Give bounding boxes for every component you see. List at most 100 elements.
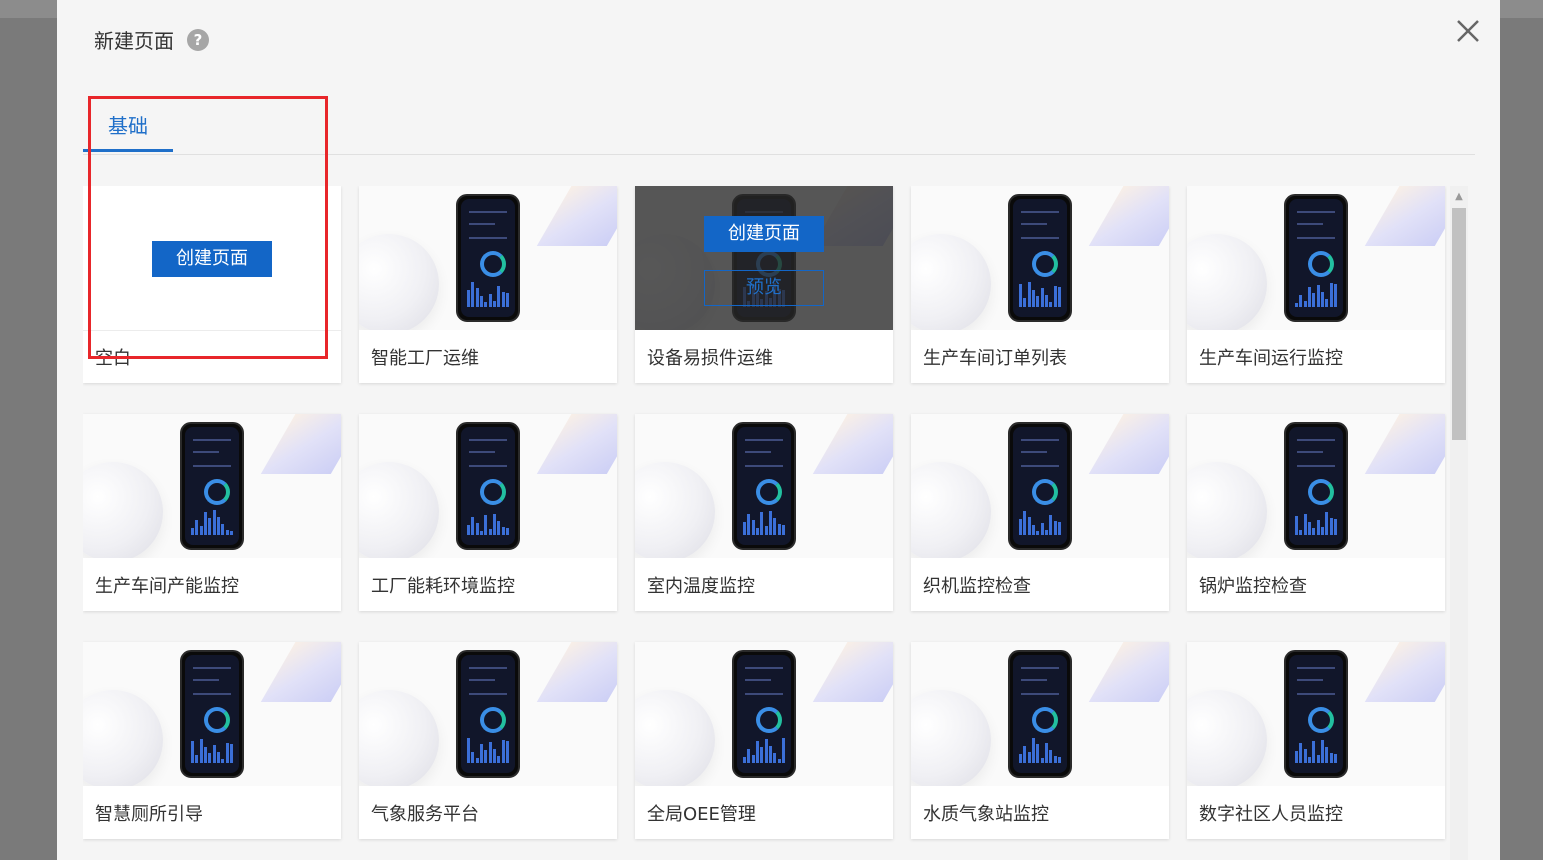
template-thumbnail[interactable]	[83, 414, 341, 558]
decorative-stripe	[536, 186, 617, 246]
decorative-stripe	[1364, 186, 1445, 246]
template-card[interactable]: 全局OEE管理	[635, 642, 893, 839]
decorative-stripe	[1364, 642, 1445, 702]
decorative-stripe	[536, 642, 617, 702]
template-card[interactable]: 智能工厂运维	[359, 186, 617, 383]
hover-overlay: 创建页面 预览	[635, 186, 893, 330]
template-thumbnail[interactable]	[1187, 642, 1445, 786]
decorative-sphere	[911, 690, 991, 786]
phone-preview-image	[180, 650, 244, 778]
decorative-stripe	[260, 642, 341, 702]
phone-preview-image	[456, 194, 520, 322]
template-card[interactable]: 数字社区人员监控	[1187, 642, 1445, 839]
template-card-label: 生产车间产能监控	[95, 576, 239, 597]
dialog-title: 新建页面 ?	[94, 25, 209, 54]
template-thumbnail[interactable]	[359, 186, 617, 330]
backdrop-strip-right	[1500, 0, 1543, 18]
decorative-stripe	[812, 414, 893, 474]
decorative-sphere	[635, 462, 715, 558]
template-card[interactable]: 生产车间运行监控	[1187, 186, 1445, 383]
template-card-label: 空白	[95, 348, 131, 369]
template-card[interactable]: 创建页面空白	[83, 186, 341, 383]
decorative-stripe	[1088, 414, 1169, 474]
template-card[interactable]: 工厂能耗环境监控	[359, 414, 617, 611]
template-card-label: 室内温度监控	[647, 576, 755, 597]
decorative-stripe	[1364, 414, 1445, 474]
template-tabs: 基础	[83, 98, 1475, 155]
tab-basic[interactable]: 基础	[83, 98, 173, 152]
template-card-label: 设备易损件运维	[647, 348, 773, 369]
phone-preview-image	[1008, 194, 1072, 322]
template-thumbnail[interactable]	[635, 414, 893, 558]
scroll-up-icon[interactable]: ▲	[1450, 186, 1468, 206]
template-card[interactable]: 水质气象站监控	[911, 642, 1169, 839]
template-card-label: 气象服务平台	[371, 804, 479, 825]
decorative-sphere	[83, 462, 163, 558]
phone-preview-image	[180, 422, 244, 550]
template-card[interactable]: 生产车间产能监控	[83, 414, 341, 611]
phone-preview-image	[456, 422, 520, 550]
template-thumbnail[interactable]	[911, 642, 1169, 786]
new-page-dialog: 新建页面 ? 基础 创建页面 空白 智能工厂运维 创建页面 预览 设备易损件运维 生产车间订…	[57, 0, 1500, 860]
scrollbar-thumb[interactable]	[1452, 208, 1466, 440]
decorative-sphere	[635, 690, 715, 786]
grid-scrollbar[interactable]: ▲	[1450, 186, 1468, 860]
template-thumbnail[interactable]	[911, 414, 1169, 558]
dialog-title-text: 新建页面	[94, 29, 174, 53]
phone-preview-image	[1284, 650, 1348, 778]
template-card[interactable]: 织机监控检查	[911, 414, 1169, 611]
template-card[interactable]: 生产车间订单列表	[911, 186, 1169, 383]
template-thumbnail[interactable]	[1187, 186, 1445, 330]
decorative-sphere	[359, 690, 439, 786]
decorative-sphere	[83, 690, 163, 786]
help-icon[interactable]: ?	[187, 28, 209, 51]
template-thumbnail[interactable]	[911, 186, 1169, 330]
template-card-label: 数字社区人员监控	[1199, 804, 1343, 825]
phone-preview-image	[1008, 422, 1072, 550]
decorative-sphere	[359, 234, 439, 330]
template-card-label: 锅炉监控检查	[1199, 576, 1307, 597]
template-grid: 创建页面 空白 智能工厂运维 创建页面 预览 设备易损件运维 生产车间订单列表 生产车间运行监…	[83, 186, 1447, 860]
decorative-stripe	[260, 414, 341, 474]
decorative-sphere	[911, 462, 991, 558]
phone-preview-image	[732, 422, 796, 550]
phone-preview-image	[1284, 422, 1348, 550]
template-card-label: 水质气象站监控	[923, 804, 1049, 825]
template-card-label: 工厂能耗环境监控	[371, 576, 515, 597]
template-thumbnail[interactable]: 创建页面 预览	[635, 186, 893, 330]
decorative-stripe	[1088, 186, 1169, 246]
template-thumbnail[interactable]	[635, 642, 893, 786]
phone-preview-image	[1008, 650, 1072, 778]
template-card-label: 智能工厂运维	[371, 348, 479, 369]
template-card-label: 全局OEE管理	[647, 804, 756, 825]
template-card-label: 生产车间运行监控	[1199, 348, 1343, 369]
create-page-button[interactable]: 创建页面	[704, 216, 824, 252]
decorative-stripe	[536, 414, 617, 474]
phone-preview-image	[1284, 194, 1348, 322]
template-card-label: 智慧厕所引导	[95, 804, 203, 825]
close-icon	[1457, 20, 1479, 42]
template-card-label: 织机监控检查	[923, 576, 1031, 597]
decorative-sphere	[911, 234, 991, 330]
preview-button[interactable]: 预览	[704, 270, 824, 306]
decorative-stripe	[812, 642, 893, 702]
template-card-label: 生产车间订单列表	[923, 348, 1067, 369]
decorative-sphere	[1187, 462, 1267, 558]
backdrop-strip-left	[0, 0, 57, 18]
create-page-button[interactable]: 创建页面	[152, 241, 272, 277]
template-thumbnail[interactable]	[83, 642, 341, 786]
template-card[interactable]: 创建页面预览设备易损件运维	[635, 186, 893, 383]
template-card[interactable]: 锅炉监控检查	[1187, 414, 1445, 611]
template-card[interactable]: 气象服务平台	[359, 642, 617, 839]
phone-preview-image	[732, 650, 796, 778]
template-card[interactable]: 智慧厕所引导	[83, 642, 341, 839]
template-card[interactable]: 室内温度监控	[635, 414, 893, 611]
template-thumbnail[interactable]	[359, 642, 617, 786]
template-thumbnail[interactable]	[1187, 414, 1445, 558]
decorative-sphere	[359, 462, 439, 558]
decorative-stripe	[1088, 642, 1169, 702]
template-thumbnail[interactable]: 创建页面	[83, 186, 341, 331]
template-thumbnail[interactable]	[359, 414, 617, 558]
close-button[interactable]	[1455, 18, 1481, 44]
decorative-sphere	[1187, 234, 1267, 330]
